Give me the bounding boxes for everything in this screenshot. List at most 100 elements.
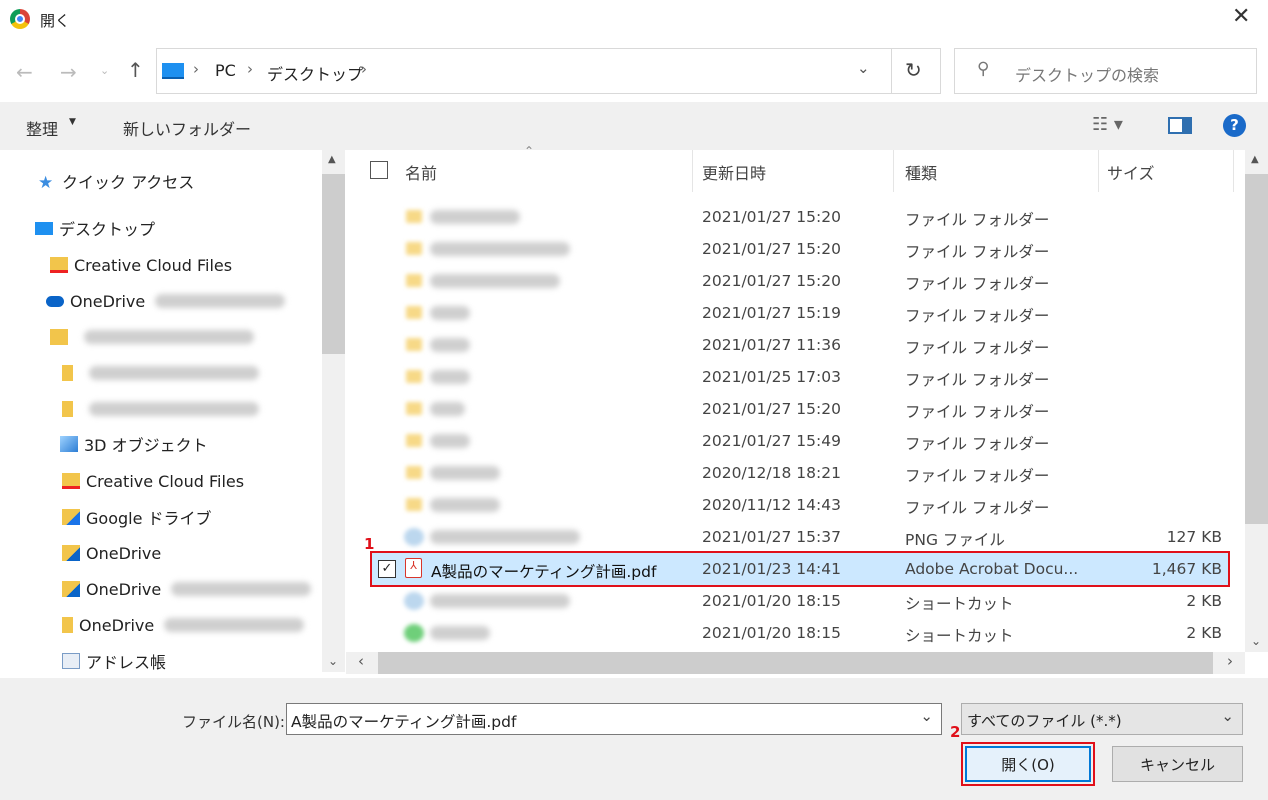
sidebar-item[interactable] [0,356,320,390]
file-list-vertical-scrollbar[interactable]: ▲ ⌄ [1245,150,1268,652]
breadcrumb-desktop[interactable]: デスクトップ [267,61,363,85]
organize-menu[interactable]: 整理 [26,116,58,140]
new-folder-button[interactable]: 新しいフォルダー [123,116,251,140]
refresh-button[interactable]: ↻ [905,58,922,82]
sidebar-item[interactable]: OneDrive [0,572,320,606]
view-options-icon[interactable]: ☷ ▾ [1092,114,1123,135]
folder-icon [406,402,422,415]
column-header-name[interactable]: 名前 [405,160,437,184]
sidebar-item[interactable]: Creative Cloud Files [0,248,320,282]
column-header-type[interactable]: 種類 [905,160,937,184]
sidebar-item[interactable]: ★ クイック アクセス [0,164,320,198]
pc-icon [162,63,184,79]
file-row[interactable]: 2021/01/27 15:49 ファイル フォルダー [360,425,1228,457]
row-checkbox[interactable]: ✓ [378,560,396,578]
sidebar-scrollbar[interactable]: ▲ ⌄ [322,150,345,672]
search-box[interactable]: ⚲ デスクトップの検索 [954,48,1257,94]
sidebar-item[interactable]: デスクトップ [0,211,320,245]
address-dropdown-icon[interactable]: ⌄ [857,59,870,77]
filename-dropdown-icon[interactable]: ⌄ [920,707,933,725]
chrome-icon [10,9,30,29]
sidebar-item[interactable] [0,320,320,354]
folder-icon [62,401,73,417]
3d-objects-icon [60,436,78,452]
search-icon: ⚲ [977,59,990,79]
folder-icon [406,210,422,223]
sidebar-item-label: OneDrive [70,291,146,311]
contacts-icon [62,653,80,669]
forward-button[interactable]: → [60,60,77,84]
folder-icon [406,274,422,287]
filename-input[interactable]: A製品のマーケティング計画.pdf ⌄ [286,703,942,735]
redacted-file-name [430,594,570,608]
column-header-date[interactable]: 更新日時 [702,160,766,184]
filename-label: ファイル名(N): [182,713,285,731]
file-row[interactable]: 2021/01/27 11:36 ファイル フォルダー [360,329,1228,361]
address-bar[interactable]: › PC › デスクトップ › ⌄ ↻ [156,48,941,94]
redacted-file-name [430,466,500,480]
up-button[interactable]: ↑ [127,58,144,82]
sidebar-item[interactable]: Google ドライブ [0,500,320,534]
horizontal-scroll-thumb[interactable] [378,652,1213,674]
file-row[interactable]: 2020/12/18 18:21 ファイル フォルダー [360,457,1228,489]
star-icon: ★ [38,173,54,193]
file-row[interactable]: 2021/01/27 15:19 ファイル フォルダー [360,297,1228,329]
folder-icon [406,466,422,479]
file-row[interactable]: 2021/01/20 18:15 ショートカット 2 KB [360,585,1228,617]
file-type-select[interactable]: すべてのファイル (*.*) ⌄ [961,703,1243,735]
annotation-step-1: 1 [364,535,375,553]
redacted-file-name [430,626,490,640]
sidebar-item-label: OneDrive [86,579,162,599]
file-row[interactable]: 2021/01/27 15:20 ファイル フォルダー [360,233,1228,265]
file-list-horizontal-scrollbar[interactable]: ‹ › [346,652,1245,674]
file-row[interactable]: 2021/01/27 15:20 ファイル フォルダー [360,201,1228,233]
file-row[interactable]: 2021/01/27 15:37 PNG ファイル 127 KB [360,521,1228,553]
file-type: ファイル フォルダー [905,339,1050,357]
folder-icon [406,498,422,511]
redacted-label [164,618,305,632]
file-list-scroll-thumb[interactable] [1245,174,1268,524]
help-icon[interactable]: ? [1223,114,1246,137]
redacted-file-name [430,402,465,416]
file-type: ショートカット [905,595,1014,613]
sidebar-scroll-thumb[interactable] [322,174,345,354]
file-row[interactable]: 2021/01/25 17:03 ファイル フォルダー [360,361,1228,393]
onedrive-folder-icon [62,581,80,597]
redacted-label [171,582,312,596]
sidebar-item[interactable]: アドレス帳 [0,644,320,672]
creative-cloud-folder-icon [62,473,80,489]
sidebar-item[interactable]: OneDrive [0,536,320,570]
sidebar-item[interactable]: OneDrive [0,284,320,318]
search-placeholder: デスクトップの検索 [1015,66,1160,85]
sidebar-item-label: OneDrive [86,543,162,563]
sort-ascending-icon: ⌃ [524,144,535,158]
back-button[interactable]: ← [16,60,33,84]
close-button[interactable]: ✕ [1232,4,1250,29]
sidebar-item-label: Google ドライブ [86,509,212,528]
file-row[interactable]: 2021/01/27 15:20 ファイル フォルダー [360,393,1228,425]
open-button[interactable]: 開く(O) [965,746,1091,782]
preview-pane-icon[interactable] [1168,117,1192,134]
sidebar-item[interactable] [0,392,320,426]
sidebar-item[interactable]: OneDrive [0,608,320,642]
column-header-size[interactable]: サイズ [1107,160,1155,184]
file-row[interactable]: ✓ ⅄ A製品のマーケティング計画.pdf 2021/01/23 14:41 Adobe… [370,551,1230,587]
select-all-checkbox[interactable] [370,161,388,179]
folder-icon [406,370,422,383]
redacted-file-name [430,306,470,320]
redacted-label [84,330,254,344]
file-row[interactable]: 2021/01/20 18:15 ショートカット 2 KB [360,617,1228,649]
sidebar-item-label: デスクトップ [59,220,156,239]
recent-dropdown-icon[interactable]: ⌄ [100,64,109,77]
navigation-pane[interactable]: ★ クイック アクセスデスクトップ Creative Cloud Files OneD… [0,150,346,672]
shortcut-icon [404,624,424,642]
google-drive-folder-icon [62,509,80,525]
breadcrumb-pc[interactable]: PC [215,61,236,80]
file-row[interactable]: 2021/01/27 15:20 ファイル フォルダー [360,265,1228,297]
folder-icon [406,434,422,447]
file-row[interactable]: 2020/11/12 14:43 ファイル フォルダー [360,489,1228,521]
cancel-button[interactable]: キャンセル [1112,746,1243,782]
sidebar-item[interactable]: 3D オブジェクト [0,427,320,461]
sidebar-item[interactable]: Creative Cloud Files [0,464,320,498]
file-date: 2021/01/25 17:03 [702,368,841,386]
